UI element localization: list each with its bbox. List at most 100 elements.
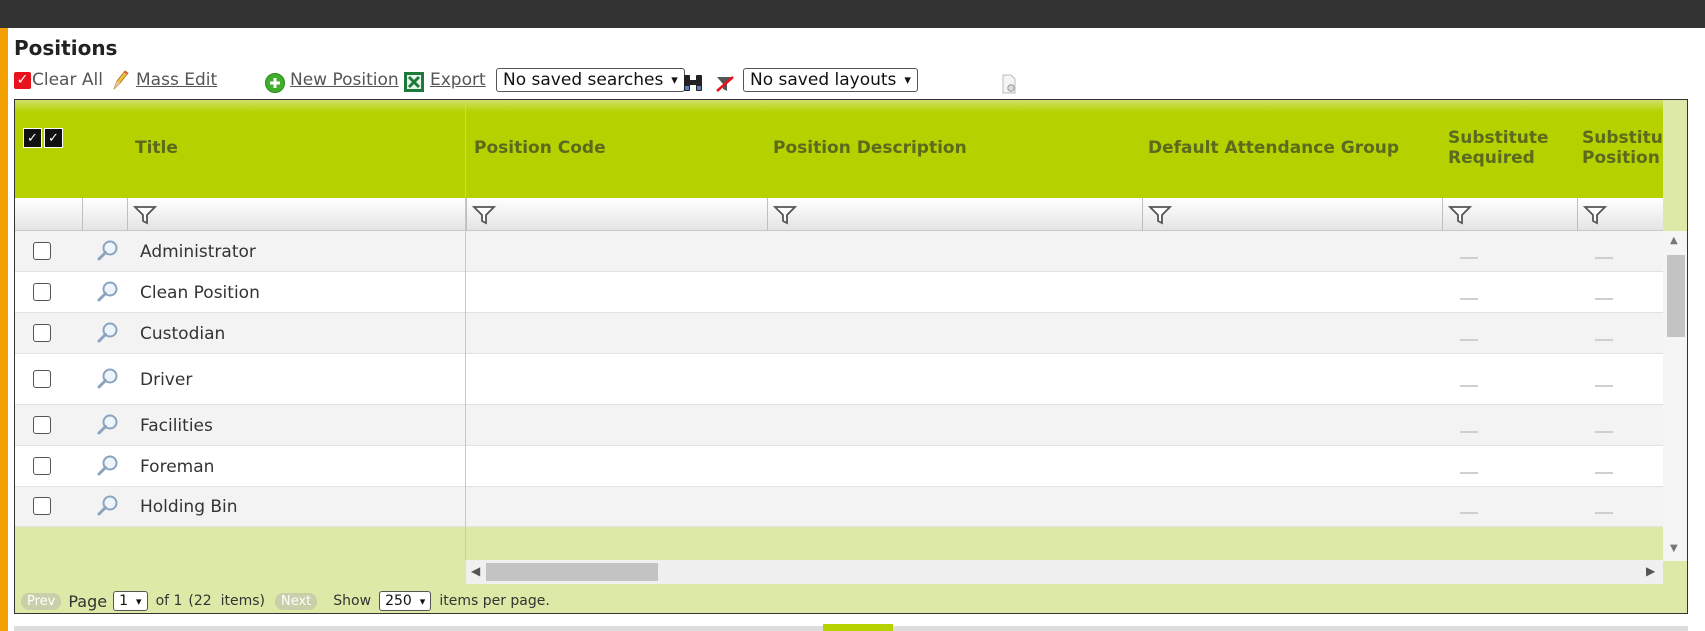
header-line: Position xyxy=(1582,148,1660,168)
saved-layouts-value: No saved layouts xyxy=(750,70,897,90)
filter-funnel-icon[interactable] xyxy=(1447,204,1473,226)
filter-cell-substitute-required xyxy=(1442,198,1577,231)
column-header-position-code[interactable]: Position Code xyxy=(474,138,606,158)
table-row[interactable]: Administrator xyxy=(15,231,1663,272)
empty-value-dash xyxy=(1460,257,1478,259)
column-header-position-description[interactable]: Position Description xyxy=(773,138,967,158)
row-checkbox[interactable] xyxy=(33,324,51,342)
column-header-title[interactable]: Title xyxy=(135,138,178,158)
footer-tab[interactable] xyxy=(823,624,893,631)
row-title: Driver xyxy=(140,370,193,390)
filter-funnel-icon[interactable] xyxy=(1147,204,1173,226)
mass-edit-label: Mass Edit xyxy=(136,70,218,90)
header-line: Substitute xyxy=(1448,128,1549,148)
vertical-scrollbar[interactable]: ▲ ▼ xyxy=(1663,231,1687,561)
filter-cell-substitute-position xyxy=(1577,198,1663,231)
column-header-substitute-required[interactable]: Substitute Required xyxy=(1448,128,1548,168)
frozen-column-divider xyxy=(465,100,466,560)
magnifier-icon[interactable] xyxy=(95,279,121,305)
scroll-left-arrow-icon[interactable]: ◀ xyxy=(471,564,480,578)
export-button[interactable]: Export xyxy=(402,66,486,94)
horizontal-scroll-thumb[interactable] xyxy=(486,563,658,581)
table-row[interactable]: Custodian xyxy=(15,313,1663,354)
new-position-label: New Position xyxy=(290,70,399,90)
positions-grid: ✓ ✓ Title Position Code Position Descrip… xyxy=(14,99,1688,614)
horizontal-scrollbar[interactable]: ◀ ▶ xyxy=(466,560,1663,584)
empty-value-dash xyxy=(1460,472,1478,474)
filter-funnel-icon[interactable] xyxy=(471,204,497,226)
chevron-down-icon: ▾ xyxy=(904,72,911,88)
clear-all-button[interactable]: ✓ Clear All xyxy=(14,66,103,94)
row-checkbox[interactable] xyxy=(33,283,51,301)
row-title: Facilities xyxy=(140,416,213,436)
layout-settings-button[interactable] xyxy=(1000,66,1018,94)
per-page-select[interactable]: 250 ▾ xyxy=(379,591,432,611)
per-page-suffix: items per page. xyxy=(439,593,550,609)
row-title: Holding Bin xyxy=(140,497,238,517)
new-position-button[interactable]: New Position xyxy=(264,66,399,94)
scroll-down-arrow-icon[interactable]: ▼ xyxy=(1670,543,1678,554)
clear-filter-button[interactable] xyxy=(714,66,736,94)
filter-cell-default-attendance-group xyxy=(1142,198,1442,231)
row-checkbox[interactable] xyxy=(33,370,51,388)
magnifier-icon[interactable] xyxy=(95,320,121,346)
table-row[interactable]: Facilities xyxy=(15,405,1663,446)
export-label: Export xyxy=(430,70,486,90)
column-header-substitute-position[interactable]: Substitu Position xyxy=(1582,128,1663,168)
table-row[interactable]: Holding Bin xyxy=(15,487,1663,527)
magnifier-icon[interactable] xyxy=(95,453,121,479)
search-binoculars-button[interactable] xyxy=(682,66,704,94)
magnifier-icon[interactable] xyxy=(95,412,121,438)
vertical-scroll-thumb[interactable] xyxy=(1667,255,1685,337)
row-title: Custodian xyxy=(140,324,226,344)
filter-cell-empty xyxy=(82,198,127,231)
saved-searches-select[interactable]: No saved searches ▾ xyxy=(496,66,685,94)
row-title: Administrator xyxy=(140,242,256,262)
scroll-right-arrow-icon[interactable]: ▶ xyxy=(1646,564,1655,578)
filter-funnel-icon[interactable] xyxy=(1582,204,1608,226)
filter-funnel-icon[interactable] xyxy=(132,204,158,226)
table-row[interactable]: Clean Position xyxy=(15,272,1663,313)
saved-searches-value: No saved searches xyxy=(503,70,664,90)
table-row[interactable]: Foreman xyxy=(15,446,1663,487)
next-page-button[interactable]: Next xyxy=(274,592,318,610)
row-title: Clean Position xyxy=(140,283,260,303)
row-title: Foreman xyxy=(140,457,215,477)
page-title: Positions xyxy=(14,36,118,60)
empty-value-dash xyxy=(1460,385,1478,387)
mass-edit-button[interactable]: Mass Edit xyxy=(110,66,217,94)
page-label: Page xyxy=(68,591,108,611)
row-checkbox[interactable] xyxy=(33,457,51,475)
check-all-icon[interactable]: ✓ xyxy=(23,128,42,148)
item-count-text: (22 items) xyxy=(188,593,265,609)
scroll-up-arrow-icon[interactable]: ▲ xyxy=(1670,235,1678,246)
table-row[interactable]: Driver xyxy=(15,354,1663,405)
left-accent-stripe xyxy=(0,28,8,631)
invert-selection-icon[interactable]: ✓ xyxy=(44,128,63,148)
row-checkbox[interactable] xyxy=(33,497,51,515)
clear-all-label: Clear All xyxy=(32,70,103,90)
page-select[interactable]: 1 ▾ xyxy=(113,591,148,611)
filter-cell-title xyxy=(127,198,465,231)
magnifier-icon[interactable] xyxy=(95,493,121,519)
toolbar: ✓ Clear All Mass Edit New Position Expor… xyxy=(14,66,1054,96)
chevron-down-icon: ▾ xyxy=(671,72,678,88)
filter-row xyxy=(15,198,1663,231)
filter-funnel-icon[interactable] xyxy=(772,204,798,226)
magnifier-icon[interactable] xyxy=(95,366,121,392)
row-checkbox[interactable] xyxy=(33,242,51,260)
prev-page-button[interactable]: Prev xyxy=(21,592,62,610)
magnifier-icon[interactable] xyxy=(95,238,121,264)
saved-layouts-select[interactable]: No saved layouts ▾ xyxy=(743,66,918,94)
row-checkbox[interactable] xyxy=(33,416,51,434)
empty-value-dash xyxy=(1460,298,1478,300)
empty-value-dash xyxy=(1595,339,1613,341)
filter-cell-position-description xyxy=(767,198,1142,231)
column-header-default-attendance-group[interactable]: Default Attendance Group xyxy=(1148,138,1399,158)
show-label: Show xyxy=(333,593,372,609)
pencil-icon xyxy=(113,70,129,90)
header-line: Required xyxy=(1448,148,1535,168)
empty-value-dash xyxy=(1595,257,1613,259)
empty-value-dash xyxy=(1595,298,1613,300)
empty-value-dash xyxy=(1595,431,1613,433)
